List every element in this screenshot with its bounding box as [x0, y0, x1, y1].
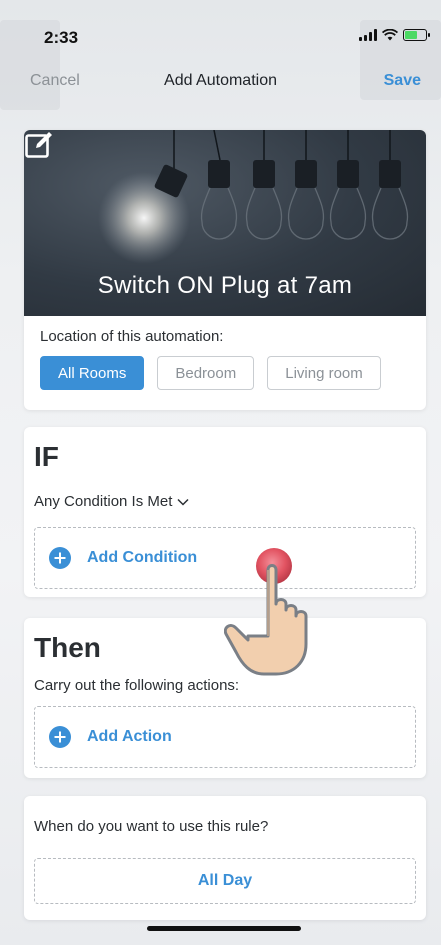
plus-icon — [49, 726, 71, 748]
location-label: Location of this automation: — [40, 328, 224, 345]
then-section-card: Then Carry out the following actions: Ad… — [24, 618, 426, 778]
schedule-question: When do you want to use this rule? — [34, 818, 269, 835]
cellular-signal-icon — [359, 29, 377, 41]
schedule-all-day-button[interactable]: All Day — [34, 858, 416, 904]
condition-mode-dropdown[interactable]: Any Condition Is Met — [34, 493, 189, 510]
navigation-bar: Cancel Add Automation Save — [0, 62, 441, 106]
room-chip-living-room[interactable]: Living room — [267, 356, 381, 390]
condition-mode-label: Any Condition Is Met — [34, 493, 173, 510]
if-heading: IF — [34, 441, 59, 472]
add-action-button[interactable]: Add Action — [34, 706, 416, 768]
then-subtitle: Carry out the following actions: — [34, 677, 240, 694]
home-indicator[interactable] — [147, 926, 301, 931]
edit-icon[interactable] — [24, 130, 54, 160]
banner-image[interactable]: Switch ON Plug at 7am — [24, 130, 426, 316]
plus-icon — [49, 547, 71, 569]
status-icons — [359, 29, 430, 41]
battery-icon — [403, 29, 430, 41]
then-heading: Then — [34, 632, 101, 663]
add-condition-label: Add Condition — [87, 549, 198, 566]
page-title: Add Automation — [164, 72, 277, 89]
automation-name: Switch ON Plug at 7am — [97, 272, 353, 299]
room-chip-bedroom[interactable]: Bedroom — [157, 356, 255, 390]
chevron-down-icon — [177, 498, 189, 506]
add-action-label: Add Action — [87, 728, 172, 745]
status-time: 2:33 — [44, 28, 79, 47]
schedule-card: When do you want to use this rule? All D… — [24, 796, 426, 920]
status-bar: 2:33 — [0, 0, 441, 56]
add-condition-button[interactable]: Add Condition — [34, 527, 416, 589]
automation-header-card: Switch ON Plug at 7am Location of this a… — [24, 130, 426, 410]
wifi-icon — [382, 29, 398, 41]
room-selector: All Rooms Bedroom Living room — [40, 356, 418, 390]
room-chip-all-rooms[interactable]: All Rooms — [40, 356, 145, 390]
if-section-card: IF Any Condition Is Met Add Condition — [24, 427, 426, 597]
save-button[interactable]: Save — [384, 72, 421, 90]
